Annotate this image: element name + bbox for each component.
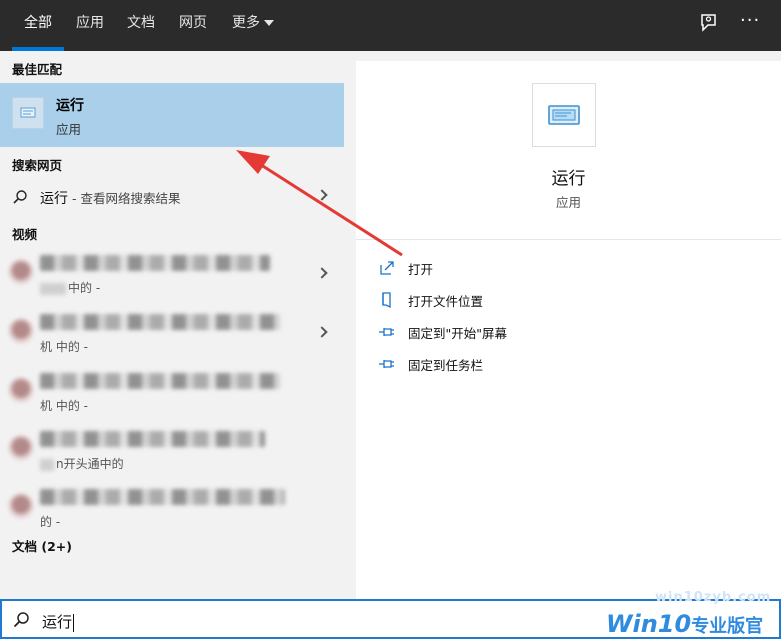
action-open-file-location[interactable]: 打开文件位置	[378, 289, 758, 311]
video-thumbnail	[8, 318, 34, 344]
run-app-icon	[12, 97, 44, 129]
tab-more-label: 更多	[232, 15, 260, 31]
video-thumbnail	[8, 377, 34, 403]
tab-more[interactable]: 更多	[224, 0, 284, 51]
video-thumbnail	[8, 435, 34, 461]
tab-apps[interactable]: 应用	[68, 0, 112, 51]
video-subtitle: n开头通中的	[40, 455, 124, 472]
results-list: 最佳匹配 运行 应用 搜索网页 运行 - 查看网络搜索结果 视频 中的 - 机 …	[0, 51, 344, 599]
action-label: 固定到任务栏	[408, 358, 484, 373]
web-search-item[interactable]: 运行 - 查看网络搜索结果	[0, 182, 344, 212]
video-subtitle: 中的 -	[40, 279, 100, 296]
web-search-heading: 搜索网页	[12, 158, 63, 173]
chevron-right-icon[interactable]	[316, 326, 328, 338]
video-item[interactable]: 中的 -	[0, 247, 344, 305]
file-location-icon	[382, 292, 391, 309]
search-input[interactable]: 运行	[42, 611, 75, 632]
video-subtitle: 的 -	[40, 515, 61, 529]
search-filter-bar: 全部 应用 文档 网页 更多 ···	[0, 0, 781, 51]
video-subtitle: 机 中的 -	[40, 340, 88, 354]
video-thumbnail	[8, 259, 34, 285]
blurred-title	[40, 431, 265, 447]
preview-pane: 运行 应用 打开 打开文件位置 固定到"开始"屏幕 固定到任务栏	[356, 61, 781, 599]
video-thumbnail	[8, 493, 34, 519]
chevron-right-icon[interactable]	[316, 267, 328, 279]
best-match-subtitle: 应用	[56, 122, 82, 137]
pin-icon	[379, 360, 394, 368]
open-icon	[380, 261, 394, 275]
action-label: 打开文件位置	[408, 294, 484, 309]
best-match-item[interactable]: 运行 应用	[0, 83, 344, 147]
video-item[interactable]: 机 中的 -	[0, 306, 344, 364]
more-options-icon[interactable]: ···	[740, 12, 764, 36]
chevron-down-icon	[264, 20, 274, 26]
videos-heading: 视频	[12, 227, 38, 242]
action-open[interactable]: 打开	[378, 257, 758, 279]
search-icon	[13, 190, 27, 204]
action-label: 打开	[408, 262, 434, 277]
web-search-suffix: - 查看网络搜索结果	[68, 191, 181, 206]
web-search-text: 运行 - 查看网络搜索结果	[40, 188, 180, 208]
action-pin-start[interactable]: 固定到"开始"屏幕	[378, 321, 758, 343]
pin-icon	[379, 328, 394, 336]
tab-all[interactable]: 全部	[12, 0, 64, 51]
chevron-right-icon[interactable]	[316, 189, 328, 201]
preview-subtitle: 应用	[555, 195, 581, 210]
search-window: 全部 应用 文档 网页 更多 ··· 最佳匹配 运行 应用 搜索网页 运行 - …	[0, 0, 781, 639]
documents-heading[interactable]: 文档 (2+)	[12, 536, 72, 555]
feedback-icon[interactable]	[698, 12, 722, 36]
watermark-logo: Win10专业版官网	[606, 610, 764, 638]
video-subtitle: 机 中的 -	[40, 399, 88, 413]
divider	[356, 239, 781, 240]
web-search-query: 运行	[40, 191, 68, 207]
blurred-title	[40, 314, 280, 330]
run-app-large-icon	[532, 83, 596, 147]
blurred-title	[40, 255, 270, 271]
action-pin-taskbar[interactable]: 固定到任务栏	[378, 353, 758, 375]
search-icon	[13, 612, 29, 628]
best-match-title: 运行	[56, 98, 84, 114]
best-match-heading: 最佳匹配	[12, 62, 63, 77]
watermark-url: win10zyb.com	[655, 590, 772, 605]
tab-web[interactable]: 网页	[170, 0, 216, 51]
video-item[interactable]: 机 中的 -	[0, 365, 344, 423]
action-label: 固定到"开始"屏幕	[408, 326, 507, 341]
search-input-value: 运行	[42, 613, 73, 631]
blurred-title	[40, 489, 285, 505]
video-item[interactable]: 的 -	[0, 481, 344, 539]
blurred-title	[40, 373, 280, 389]
preview-title: 运行	[551, 169, 586, 189]
video-item[interactable]: n开头通中的	[0, 423, 344, 481]
tab-documents[interactable]: 文档	[118, 0, 164, 51]
